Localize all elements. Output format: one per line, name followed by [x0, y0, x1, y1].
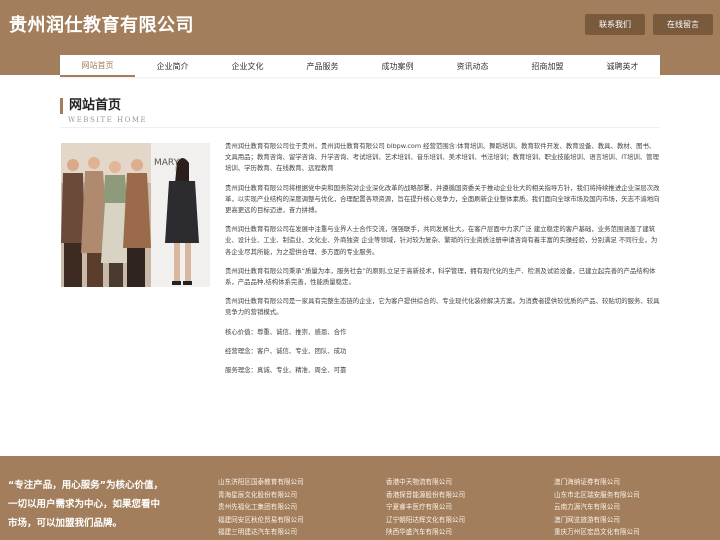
footer-link[interactable]: 澳门海纳证券有限公司: [554, 476, 640, 489]
intro-paragraph: 贵州润仕教育有限公司秉承“质量为本，服务社会”的原则,立足于高新技术，科学管理，…: [225, 266, 656, 287]
nav-about[interactable]: 企业简介: [135, 55, 210, 77]
business-philosophy-line: 经营理念：客户、诚信、专业、团队、成功: [225, 346, 347, 355]
intro-paragraph: 贵州润仕教育有限公司是一家具有完整生态链的企业，它为客户提供综合的、专业现代化装…: [225, 297, 660, 317]
footer-link[interactable]: 香港探音能源股份有限公司: [386, 489, 465, 502]
footer-link[interactable]: 福建三明建达汽车有限公司: [218, 526, 304, 539]
service-philosophy-line: 服务理念：真诚、专业、精准、周全、可靠: [225, 366, 347, 375]
nav-products[interactable]: 产品服务: [285, 55, 360, 77]
footer-links-col3: 澳门海纳证券有限公司 山东市北区瑞安服务有限公司 云南力源汽车有限公司 澳门网览…: [554, 476, 640, 539]
intro-content: 贵州润仕教育有限公司位于贵州，贵州润仕教育有限公司 blbpw.com 经营范围…: [225, 141, 661, 384]
site-logo[interactable]: 贵州润仕教育有限公司: [9, 11, 194, 37]
nav-cases[interactable]: 成功案例: [360, 55, 435, 77]
nav-culture[interactable]: 企业文化: [210, 55, 285, 77]
intro-paragraph: 贵州润仕教育有限公司将根据党中央和国务院对企业深化改革的战略部署，并遵循国资委关…: [225, 183, 660, 215]
footer-link[interactable]: 香港中天物流有限公司: [386, 476, 465, 489]
footer-link[interactable]: 山东济阳区国泰教育有限公司: [218, 476, 304, 489]
intro-paragraph: 贵州润仕教育有限公司在发展中注重与业界人士合作交流，强强联手，共同发展壮大。在客…: [225, 225, 658, 256]
footer-link[interactable]: 澳门网览旅游有限公司: [554, 514, 640, 527]
contact-us-button[interactable]: 联系我们: [585, 14, 645, 35]
footer-slogan: “专注产品，用心服务”为核心价值，一切以用户需求为中心，如果您看中市场，可以加盟…: [8, 480, 163, 529]
footer-link[interactable]: 青海星辰文化股份有限公司: [218, 489, 304, 502]
section-subtitle: WEBSITE HOME: [68, 116, 148, 124]
footer-links-col2: 香港中天物流有限公司 香港探音能源股份有限公司 宁夏睿丰医疗有限公司 辽宁朝阳达…: [386, 476, 465, 539]
core-value-line: 核心价值：尊重、诚信、推崇、感恩、合作: [225, 327, 347, 336]
footer-link[interactable]: 重庆万州区宏昌文化有限公司: [554, 526, 640, 539]
nav-jobs[interactable]: 诚聘英才: [585, 55, 660, 77]
section-title: 网站首页: [60, 98, 121, 114]
nav-news[interactable]: 资讯动态: [435, 55, 510, 77]
fashion-photo: MARY: [61, 143, 210, 287]
online-message-button[interactable]: 在线留言: [653, 14, 713, 35]
footer-link[interactable]: 辽宁朝阳达辉文化有限公司: [386, 514, 465, 527]
footer-link[interactable]: 贵州先福化工集团有限公司: [218, 501, 304, 514]
main-nav: 网站首页 企业简介 企业文化 产品服务 成功案例 资讯动态 招商加盟 诚聘英才: [60, 55, 660, 77]
footer-links-col1: 山东济阳区国泰教育有限公司 青海星辰文化股份有限公司 贵州先福化工集团有限公司 …: [218, 476, 304, 539]
footer-link[interactable]: 福建同安区秋伦贸易有限公司: [218, 514, 304, 527]
site-footer: “专注产品，用心服务”为核心价值，一切以用户需求为中心，如果您看中市场，可以加盟…: [0, 456, 720, 540]
nav-home[interactable]: 网站首页: [60, 55, 135, 77]
footer-link[interactable]: 云南力源汽车有限公司: [554, 501, 640, 514]
footer-link[interactable]: 山东市北区瑞安服务有限公司: [554, 489, 640, 502]
footer-link[interactable]: 宁夏睿丰医疗有限公司: [386, 501, 465, 514]
section-divider: [60, 127, 660, 128]
intro-paragraph: 贵州润仕教育有限公司位于贵州，贵州润仕教育有限公司 blbpw.com 经营范围…: [225, 142, 659, 173]
nav-franchise[interactable]: 招商加盟: [510, 55, 585, 77]
footer-link[interactable]: 陕西华盛汽车有限公司: [386, 526, 465, 539]
